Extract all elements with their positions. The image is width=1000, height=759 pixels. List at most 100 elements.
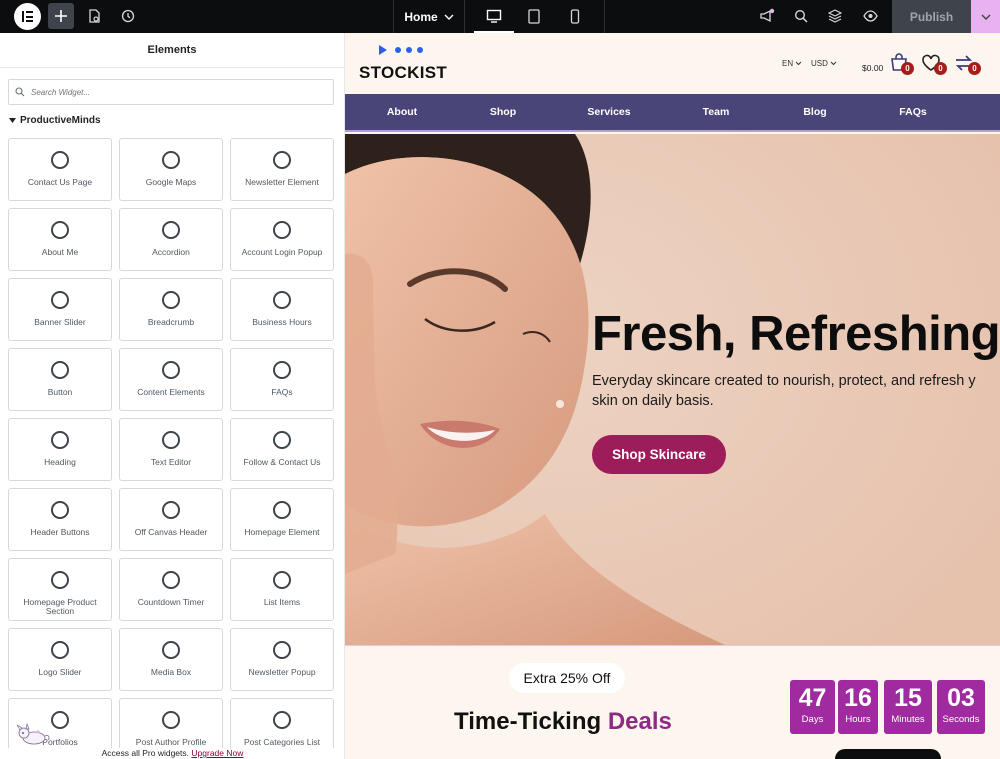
widget-circle-icon [162, 151, 180, 169]
preview-button[interactable] [857, 3, 883, 29]
countdown-seconds-value: 03 [947, 684, 975, 712]
publish-options-button[interactable] [971, 0, 1000, 33]
mobile-view-button[interactable] [555, 0, 595, 33]
site-nav: About Shop Services Team Blog FAQs [345, 94, 1000, 132]
cart-amount: $0.00 [862, 63, 884, 73]
widget-label: Content Elements [137, 387, 205, 397]
widget-circle-icon [51, 221, 69, 239]
widget-tile[interactable]: Media Box [119, 628, 223, 691]
widget-search-input[interactable] [31, 87, 321, 97]
page-selector[interactable]: Home [393, 0, 465, 33]
widget-circle-icon [162, 291, 180, 309]
deal-cta-button[interactable] [835, 749, 941, 759]
widget-tile[interactable]: Countdown Timer [119, 558, 223, 621]
widget-tile[interactable]: Logo Slider [8, 628, 112, 691]
widget-label: Button [47, 387, 73, 397]
widget-tile[interactable]: Accordion [119, 208, 223, 271]
widget-tile[interactable]: Banner Slider [8, 278, 112, 341]
publish-button[interactable]: Publish [892, 0, 971, 33]
widget-tile[interactable]: Newsletter Popup [230, 628, 334, 691]
widget-tile[interactable]: FAQs [230, 348, 334, 411]
widget-tile[interactable]: Breadcrumb [119, 278, 223, 341]
search-icon [794, 9, 808, 23]
widget-tile[interactable]: Follow & Contact Us [230, 418, 334, 481]
widget-tile[interactable]: Google Maps [119, 138, 223, 201]
countdown-minutes-unit: Minutes [891, 714, 925, 725]
widget-label: Banner Slider [34, 317, 86, 327]
history-icon [121, 9, 135, 23]
widget-circle-icon [162, 221, 180, 239]
widget-tile[interactable]: About Me [8, 208, 112, 271]
widget-circle-icon [273, 151, 291, 169]
elementor-logo-icon[interactable] [14, 3, 41, 30]
structure-button[interactable] [822, 3, 848, 29]
widget-label: Accordion [152, 247, 190, 257]
cart-count-badge: 0 [901, 62, 914, 75]
hero-subtitle-line1: Everyday skincare created to nourish, pr… [592, 373, 976, 389]
widget-label: Header Buttons [30, 527, 90, 537]
widget-label: Off Canvas Header [134, 527, 208, 537]
widget-search[interactable] [8, 79, 334, 105]
tablet-icon [528, 9, 540, 24]
plus-icon [55, 10, 67, 22]
upgrade-link[interactable]: Upgrade Now [191, 748, 243, 758]
widget-tile[interactable]: Content Elements [119, 348, 223, 411]
notifications-button[interactable] [754, 3, 780, 29]
shop-skincare-button[interactable]: Shop Skincare [592, 435, 726, 474]
nav-services[interactable]: Services [587, 106, 630, 118]
widget-tile[interactable]: Homepage Element [230, 488, 334, 551]
currency-selector[interactable]: USD [811, 59, 837, 68]
hero-title: Fresh, Refreshing [592, 307, 1000, 361]
nav-about[interactable]: About [387, 106, 417, 118]
chevron-down-icon [796, 61, 802, 66]
widget-tile[interactable]: Off Canvas Header [119, 488, 223, 551]
widget-tile[interactable]: Header Buttons [8, 488, 112, 551]
widget-tile[interactable]: Contact Us Page [8, 138, 112, 201]
widget-tile[interactable]: Text Editor [119, 418, 223, 481]
widget-label: Breadcrumb [147, 317, 195, 327]
countdown-seconds: 03 Seconds [937, 680, 985, 734]
brand-mark-icon [379, 45, 423, 55]
mascot-illustration-icon [16, 722, 50, 745]
widget-tile[interactable]: Business Hours [230, 278, 334, 341]
widget-label: Newsletter Popup [248, 667, 316, 677]
history-button[interactable] [115, 3, 141, 29]
widget-circle-icon [273, 711, 291, 729]
add-element-button[interactable] [48, 3, 74, 29]
widget-label: Post Author Profile [135, 737, 207, 747]
category-label: ProductiveMinds [20, 115, 101, 126]
desktop-view-button[interactable] [474, 0, 514, 33]
mobile-icon [570, 9, 580, 24]
widget-label: Contact Us Page [27, 177, 93, 187]
widget-tile[interactable]: List Items [230, 558, 334, 621]
countdown-hours: 16 Hours [838, 680, 878, 734]
nav-blog[interactable]: Blog [803, 106, 826, 118]
search-button[interactable] [788, 3, 814, 29]
widget-circle-icon [51, 361, 69, 379]
widget-circle-icon [51, 711, 69, 729]
tablet-view-button[interactable] [514, 0, 554, 33]
widget-tile[interactable]: Account Login Popup [230, 208, 334, 271]
widget-label: Logo Slider [38, 667, 82, 677]
widget-circle-icon [273, 221, 291, 239]
page-settings-button[interactable] [81, 3, 107, 29]
nav-shop[interactable]: Shop [490, 106, 516, 118]
widget-tile[interactable]: Newsletter Element [230, 138, 334, 201]
widget-label: Account Login Popup [241, 247, 323, 257]
widget-tile[interactable]: Homepage Product Section [8, 558, 112, 621]
widget-tile[interactable]: Heading [8, 418, 112, 481]
nav-team[interactable]: Team [703, 106, 730, 118]
hero-banner: Fresh, Refreshing Everyday skincare crea… [345, 134, 1000, 645]
site-logo[interactable]: STOCKIST [359, 63, 447, 83]
widget-circle-icon [51, 641, 69, 659]
category-toggle[interactable]: ProductiveMinds [9, 115, 101, 126]
widget-tile[interactable]: Button [8, 348, 112, 411]
language-selector[interactable]: EN [782, 59, 802, 68]
widget-label: Homepage Product Section [23, 597, 97, 616]
site-header: STOCKIST EN USD $0.00 0 0 0 [345, 33, 1000, 94]
desktop-icon [486, 9, 502, 23]
elements-panel: Elements ProductiveMinds Contact Us Page… [0, 33, 345, 759]
nav-faqs[interactable]: FAQs [899, 106, 926, 118]
widget-circle-icon [51, 501, 69, 519]
widget-label: Homepage Element [244, 527, 320, 537]
